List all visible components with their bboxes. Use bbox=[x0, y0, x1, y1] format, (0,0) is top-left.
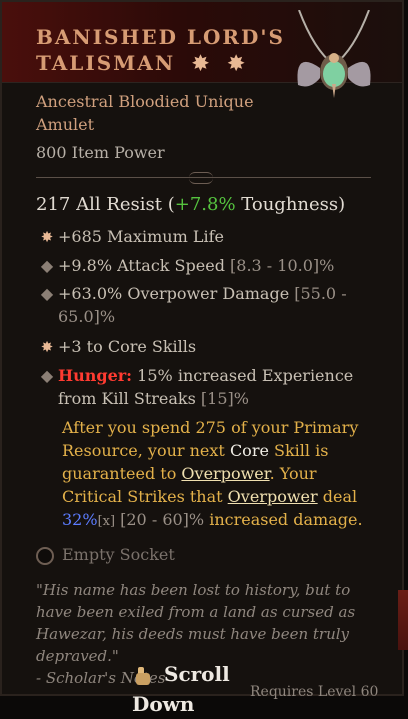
item-name-line-2-text: TALISMAN bbox=[36, 51, 176, 75]
aspect-text-4: deal bbox=[317, 487, 358, 506]
burst-icon: ✸ bbox=[40, 228, 54, 246]
aspect-overpower-2: Overpower bbox=[227, 487, 318, 506]
item-tooltip: BANISHED LORD'S TALISMAN ✸ ✸ Ancestral B… bbox=[0, 0, 404, 716]
aspect-x: [x] bbox=[97, 514, 116, 529]
item-type-line-1: Ancestral Bloodied Unique bbox=[36, 92, 254, 111]
unique-aspect: After you spend 275 of your Primary Reso… bbox=[62, 416, 372, 533]
flavor-quote: "His name has been lost to history, but … bbox=[36, 581, 356, 665]
affix-text: +63.0% Overpower Damage [55.0 - 65.0]% bbox=[58, 282, 358, 328]
affix-hunger: ◆ Hunger: 15% increased Experience from K… bbox=[36, 364, 366, 410]
empty-socket-icon bbox=[36, 546, 54, 565]
diamond-icon: ◆ bbox=[40, 366, 54, 385]
affix-core-skills: ✸ +3 to Core Skills bbox=[36, 335, 366, 359]
all-resist-text: 217 All Resist bbox=[36, 194, 162, 215]
item-name-line-1: BANISHED LORD'S bbox=[36, 25, 285, 49]
aspect-overpower-1: Overpower bbox=[181, 464, 270, 483]
all-resist-line: 217 All Resist (+7.8% Toughness) bbox=[36, 194, 345, 215]
affix-overpower-damage: ◆ +63.0% Overpower Damage [55.0 - 65.0]% bbox=[36, 282, 366, 328]
affix-maximum-life: ✸ +685 Maximum Life bbox=[36, 225, 366, 249]
hunger-text: Hunger: 15% increased Experience from Ki… bbox=[58, 364, 358, 410]
item-type: Ancestral Bloodied Unique Amulet bbox=[36, 90, 336, 136]
socket-label: Empty Socket bbox=[62, 545, 175, 564]
item-type-line-2: Amulet bbox=[36, 115, 95, 134]
item-name: BANISHED LORD'S TALISMAN ✸ ✸ bbox=[36, 24, 286, 76]
divider-ornament bbox=[189, 172, 213, 184]
diamond-icon: ◆ bbox=[40, 284, 54, 303]
affix-range: [8.3 - 10.0]% bbox=[224, 256, 335, 275]
hunger-range: [15]% bbox=[195, 389, 249, 408]
affix-main: +63.0% Overpower Damage bbox=[58, 284, 290, 303]
affix-attack-speed: ◆ +9.8% Attack Speed [8.3 - 10.0]% bbox=[36, 254, 366, 277]
burst-icon: ✸ bbox=[40, 338, 54, 356]
hunger-label: Hunger: bbox=[58, 366, 133, 385]
toughness-value: +7.8% bbox=[174, 194, 236, 215]
toughness-label: Toughness) bbox=[235, 194, 346, 215]
affix-text: +3 to Core Skills bbox=[58, 337, 197, 356]
required-level: Requires Level 60 bbox=[250, 684, 379, 700]
right-side-panel-edge bbox=[398, 590, 408, 650]
item-name-line-2: TALISMAN ✸ ✸ bbox=[36, 50, 286, 76]
toughness-paren-open: ( bbox=[161, 194, 175, 215]
aspect-range: [20 - 60]% bbox=[115, 510, 205, 529]
item-power: 800 Item Power bbox=[36, 143, 165, 162]
tooltip-header: BANISHED LORD'S TALISMAN ✸ ✸ bbox=[2, 2, 402, 98]
aspect-text-5: increased damage. bbox=[204, 510, 363, 529]
aspect-core: Core bbox=[229, 441, 269, 460]
diamond-icon: ◆ bbox=[40, 256, 54, 275]
affix-text: +685 Maximum Life bbox=[58, 227, 224, 246]
empty-socket: Empty Socket bbox=[36, 545, 175, 565]
affix-main: +9.8% Attack Speed bbox=[58, 256, 225, 275]
aspect-value: 32% bbox=[62, 510, 98, 529]
hand-pointer-icon bbox=[136, 666, 150, 685]
star-burst-icon: ✸ ✸ bbox=[192, 51, 251, 75]
affix-text: +9.8% Attack Speed [8.3 - 10.0]% bbox=[58, 254, 358, 277]
